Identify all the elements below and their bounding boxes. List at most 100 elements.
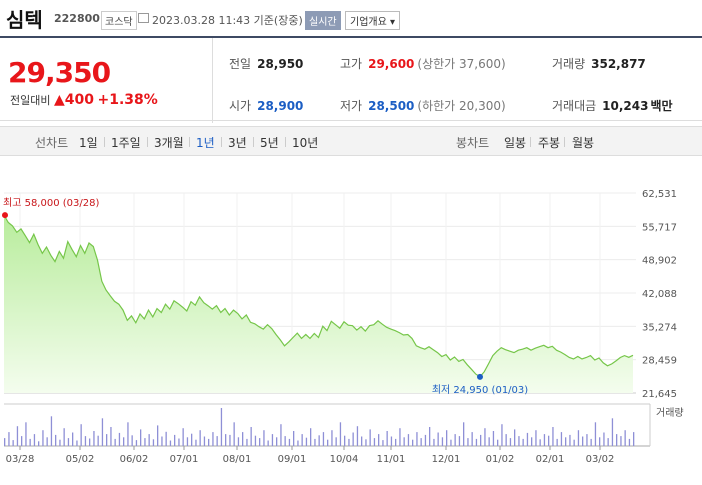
volume-bar	[594, 422, 597, 447]
x-tick-label: 05/02	[66, 454, 95, 465]
volume-bar	[208, 438, 210, 446]
volume-bar	[543, 434, 546, 446]
volume-bar	[267, 440, 269, 446]
volume-bar	[463, 422, 465, 447]
x-tick-label: 11/01	[377, 454, 406, 465]
volume-bar	[50, 416, 53, 446]
volume-bar	[80, 424, 82, 446]
volume-bar	[242, 432, 244, 446]
volume-bar	[577, 430, 580, 446]
volume-bar	[458, 436, 461, 446]
volume-bar	[174, 434, 176, 446]
volume-bar	[63, 428, 65, 446]
volume-bar	[182, 428, 184, 446]
volume-bar	[259, 438, 261, 446]
volume-bar	[8, 432, 10, 446]
volume-bar	[492, 431, 495, 446]
volume-bar	[4, 438, 6, 446]
volume-bar	[424, 434, 427, 446]
volume-bar	[586, 434, 588, 446]
volume-bar	[378, 434, 380, 446]
volume-bar	[127, 422, 129, 447]
low-marker	[477, 373, 483, 380]
volume-bar	[297, 440, 299, 446]
volume-bar	[616, 434, 618, 446]
volume-bar	[429, 427, 431, 446]
volume-bar	[560, 432, 563, 446]
volume-bar	[101, 418, 104, 446]
volume-bar	[335, 437, 337, 446]
volume-bar	[365, 439, 367, 446]
volume-bar	[246, 438, 248, 446]
volume-bar	[373, 438, 376, 446]
volume-bar	[573, 439, 575, 446]
x-tick-label: 07/01	[170, 454, 199, 465]
volume-bar	[144, 438, 146, 446]
volume-bar	[191, 433, 193, 446]
volume-bar	[288, 438, 291, 446]
volume-bar	[233, 422, 235, 447]
volume-bar	[322, 432, 325, 446]
volume-bar	[25, 422, 27, 447]
volume-bar	[55, 434, 57, 446]
y-tick-label: 42,088	[642, 289, 677, 300]
volume-bar	[118, 432, 121, 446]
volume-bar	[72, 432, 74, 446]
volume-bar	[352, 432, 354, 446]
volume-bar	[225, 434, 227, 446]
volume-bar	[497, 439, 499, 446]
x-tick-label: 10/04	[330, 454, 359, 465]
volume-bar	[178, 438, 180, 446]
volume-bar	[433, 438, 435, 446]
volume-bar	[441, 437, 444, 446]
volume-bar	[123, 437, 125, 446]
volume-bar	[199, 430, 201, 446]
volume-bar	[314, 438, 316, 446]
volume-legend: 거래량	[656, 407, 684, 419]
volume-bar	[522, 438, 524, 446]
volume-bar	[110, 427, 112, 446]
volume-bar	[390, 436, 393, 446]
volume-bar	[271, 434, 274, 446]
volume-bar	[514, 429, 516, 446]
volume-bar	[480, 434, 482, 446]
volume-bar	[412, 439, 414, 446]
x-tick-label: 03/02	[586, 454, 615, 465]
x-tick-label: 08/01	[223, 454, 252, 465]
volume-bar	[603, 432, 605, 446]
volume-bar	[169, 440, 172, 446]
volume-bar	[318, 435, 320, 446]
volume-bar	[42, 430, 44, 446]
volume-bar	[582, 436, 584, 446]
volume-bar	[331, 430, 333, 446]
volume-bar	[599, 437, 601, 446]
high-marker	[2, 212, 8, 219]
volume-bar	[395, 438, 397, 446]
volume-bar	[229, 434, 231, 446]
y-tick-label: 62,531	[642, 189, 677, 200]
volume-bar	[386, 431, 388, 446]
x-tick-label: 06/02	[120, 454, 149, 465]
volume-bar	[531, 437, 533, 446]
volume-bar	[237, 437, 240, 446]
volume-bar	[93, 431, 95, 446]
volume-bar	[29, 438, 31, 446]
volume-bar	[220, 408, 223, 446]
volume-bar	[399, 428, 401, 446]
volume-bar	[135, 440, 138, 446]
x-tick-label: 01/02	[486, 454, 515, 465]
volume-bar	[310, 428, 312, 446]
volume-bar	[348, 438, 350, 446]
volume-bar	[89, 438, 91, 446]
y-axis-ticks: 62,531 55,717 48,902 42,088 35,274 28,459 21,6…	[642, 189, 677, 400]
volume-bar	[254, 435, 257, 446]
volume-bar	[556, 438, 558, 446]
volume-bar	[12, 440, 14, 446]
low-label: 최저 24,950 (01/03)	[432, 384, 528, 396]
volume-bar	[420, 438, 422, 446]
y-tick-label: 35,274	[642, 322, 677, 333]
x-tick-label: 02/01	[536, 454, 565, 465]
volume-bars	[4, 408, 635, 447]
x-tick-label: 09/01	[278, 454, 307, 465]
volume-bar	[361, 436, 363, 446]
